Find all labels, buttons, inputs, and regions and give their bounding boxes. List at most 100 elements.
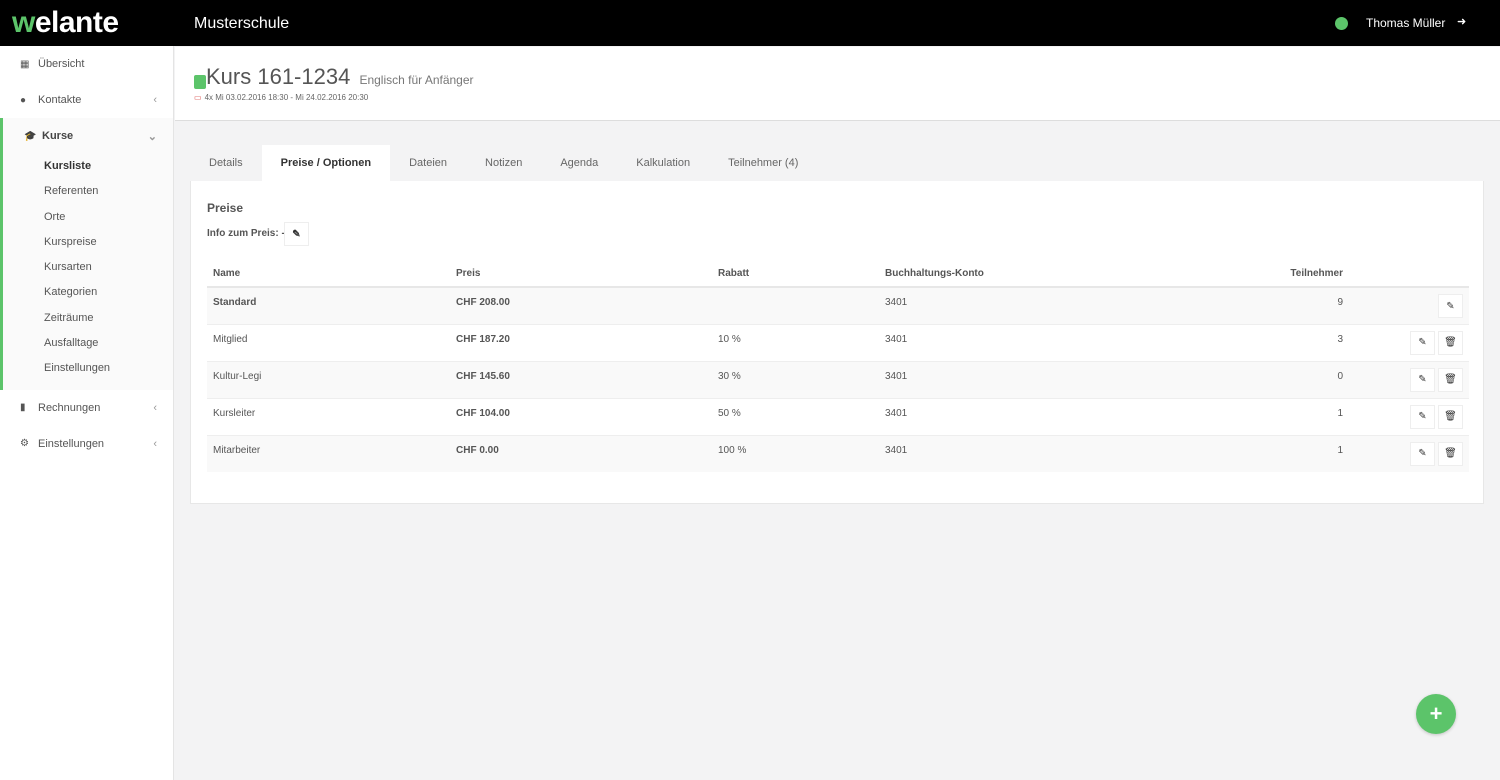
delete-button[interactable]: 🗑: [1438, 330, 1463, 355]
cell-teilnehmer: 1: [1179, 434, 1349, 472]
prices-panel: Preise Info zum Preis: - ✎ Name Preis Ra…: [190, 181, 1484, 504]
col-teilnehmer: Teilnehmer: [1179, 261, 1349, 288]
cell-preis: CHF 0.00: [450, 434, 712, 472]
user-icon: ●: [20, 94, 27, 106]
dashboard-icon: ▦: [20, 58, 30, 70]
page-title: Kurs 161-1234 Englisch für Anfänger: [206, 64, 474, 90]
sidebar-sub-kursarten[interactable]: Kursarten: [3, 255, 173, 280]
cell-konto: 3401: [879, 323, 1179, 361]
sidebar-item-label: Kurse: [42, 130, 74, 142]
tab-agenda[interactable]: Agenda: [541, 145, 617, 181]
tab-dateien[interactable]: Dateien: [390, 145, 466, 181]
tab-teilnehmer[interactable]: Teilnehmer (4): [709, 145, 817, 181]
logo[interactable]: welante: [12, 6, 119, 40]
col-actions: [1349, 261, 1469, 288]
cell-konto: 3401: [879, 360, 1179, 398]
trash-icon: 🗑: [1444, 448, 1457, 459]
sidebar-item-label: Einstellungen: [38, 437, 105, 450]
sidebar-sub-kursliste[interactable]: Kursliste: [3, 154, 173, 179]
trash-icon: 🗑: [1444, 374, 1457, 385]
cell-preis: CHF 208.00: [450, 286, 712, 324]
table-row: Kultur-Legi CHF 145.60 30 % 3401 0 ✎ 🗑: [207, 360, 1469, 398]
sidebar: ▦ Übersicht ● Kontakte ‹ 🎓 Kurse ⌄ Kursliste …: [0, 46, 174, 780]
delete-button[interactable]: 🗑: [1438, 367, 1463, 392]
edit-button[interactable]: ✎: [1410, 367, 1435, 392]
tab-notizen[interactable]: Notizen: [466, 145, 541, 181]
sidebar-sub-kurspreise[interactable]: Kurspreise: [3, 230, 173, 255]
sidebar-sub-orte[interactable]: Orte: [3, 205, 173, 230]
cell-name: Mitarbeiter: [207, 434, 450, 472]
status-square-icon: [194, 75, 206, 89]
cell-actions: ✎ 🗑: [1349, 323, 1469, 361]
status-icon[interactable]: [1335, 17, 1348, 30]
cell-name: Standard: [207, 286, 450, 324]
dates-text: 4x Mi 03.02.2016 18:30 - Mi 24.02.2016 2…: [204, 93, 369, 102]
prices-table: Name Preis Rabatt Buchhaltungs-Konto Tei…: [207, 261, 1469, 472]
cell-rabatt: 10 %: [712, 323, 879, 361]
edit-button[interactable]: ✎: [1410, 330, 1435, 355]
sidebar-sub-zeitraeume[interactable]: Zeiträume: [3, 306, 173, 331]
sidebar-sub-referenten[interactable]: Referenten: [3, 179, 173, 204]
course-subtitle: Englisch für Anfänger: [359, 73, 474, 87]
tab-preise-optionen[interactable]: Preise / Optionen: [261, 145, 391, 181]
chevron-left-icon: ‹: [153, 437, 157, 450]
col-rabatt: Rabatt: [712, 261, 879, 288]
cell-preis: CHF 145.60: [450, 360, 712, 398]
delete-button[interactable]: 🗑: [1438, 441, 1463, 466]
table-row: Mitarbeiter CHF 0.00 100 % 3401 1 ✎ 🗑: [207, 434, 1469, 472]
edit-info-button[interactable]: ✎: [284, 222, 309, 246]
cell-name: Kultur-Legi: [207, 360, 450, 398]
sidebar-item-kontakte[interactable]: ● Kontakte ‹: [0, 82, 173, 118]
school-name: Musterschule: [194, 15, 290, 32]
sidebar-item-label: Kontakte: [38, 94, 82, 106]
pencil-icon: ✎: [1418, 411, 1427, 422]
sidebar-sub-ausfalltage[interactable]: Ausfalltage: [3, 331, 173, 356]
cell-preis: CHF 187.20: [450, 323, 712, 361]
topbar: welante Musterschule Thomas Müller ➜: [0, 0, 1500, 46]
col-konto: Buchhaltungs-Konto: [879, 261, 1179, 288]
info-label: Info zum Preis:: [207, 228, 279, 239]
sidebar-sub-einstellungen[interactable]: Einstellungen: [3, 356, 173, 381]
course-dates: ▭ 4x Mi 03.02.2016 18:30 - Mi 24.02.2016 …: [194, 93, 368, 102]
edit-button[interactable]: ✎: [1410, 404, 1435, 429]
edit-button[interactable]: ✎: [1410, 441, 1435, 466]
cogs-icon: ⚙: [20, 438, 29, 450]
chevron-left-icon: ‹: [153, 401, 157, 414]
cell-konto: 3401: [879, 397, 1179, 435]
delete-button[interactable]: 🗑: [1438, 404, 1463, 429]
sidebar-item-kurse[interactable]: 🎓 Kurse ⌄: [3, 118, 173, 154]
add-button[interactable]: +: [1416, 694, 1456, 734]
chevron-down-icon: ⌄: [147, 130, 157, 143]
cell-teilnehmer: 1: [1179, 397, 1349, 435]
cell-konto: 3401: [879, 286, 1179, 324]
cell-name: Kursleiter: [207, 397, 450, 435]
cell-actions: ✎ 🗑: [1349, 434, 1469, 472]
cell-teilnehmer: 9: [1179, 286, 1349, 324]
table-row: Mitglied CHF 187.20 10 % 3401 3 ✎ 🗑: [207, 323, 1469, 361]
logout-icon[interactable]: ➜: [1457, 15, 1466, 28]
cell-teilnehmer: 0: [1179, 360, 1349, 398]
cell-rabatt: 30 %: [712, 360, 879, 398]
sidebar-item-label: Rechnungen: [38, 401, 101, 414]
sidebar-item-einstellungen[interactable]: ⚙ Einstellungen ‹: [0, 426, 173, 462]
tab-kalkulation[interactable]: Kalkulation: [617, 145, 709, 181]
table-row: Kursleiter CHF 104.00 50 % 3401 1 ✎ 🗑: [207, 397, 1469, 435]
cell-rabatt: 100 %: [712, 434, 879, 472]
sidebar-item-uebersicht[interactable]: ▦ Übersicht: [0, 46, 173, 82]
cell-preis: CHF 104.00: [450, 397, 712, 435]
user-name[interactable]: Thomas Müller: [1366, 16, 1445, 30]
course-header: Kurs 161-1234 Englisch für Anfänger ▭ 4x …: [175, 47, 1500, 121]
trash-icon: 🗑: [1444, 337, 1457, 348]
table-row: Standard CHF 208.00 3401 9 ✎: [207, 286, 1469, 324]
edit-button[interactable]: ✎: [1438, 294, 1463, 318]
sidebar-sub-kategorien[interactable]: Kategorien: [3, 280, 173, 305]
cell-rabatt: [712, 286, 879, 324]
cell-name: Mitglied: [207, 323, 450, 361]
sidebar-item-rechnungen[interactable]: ▮ Rechnungen ‹: [0, 390, 173, 426]
col-name: Name: [207, 261, 450, 288]
laptop-icon: ▭: [194, 93, 202, 102]
pencil-icon: ✎: [292, 228, 301, 240]
tab-details[interactable]: Details: [190, 145, 262, 181]
col-preis: Preis: [450, 261, 712, 288]
trash-icon: 🗑: [1444, 411, 1457, 422]
